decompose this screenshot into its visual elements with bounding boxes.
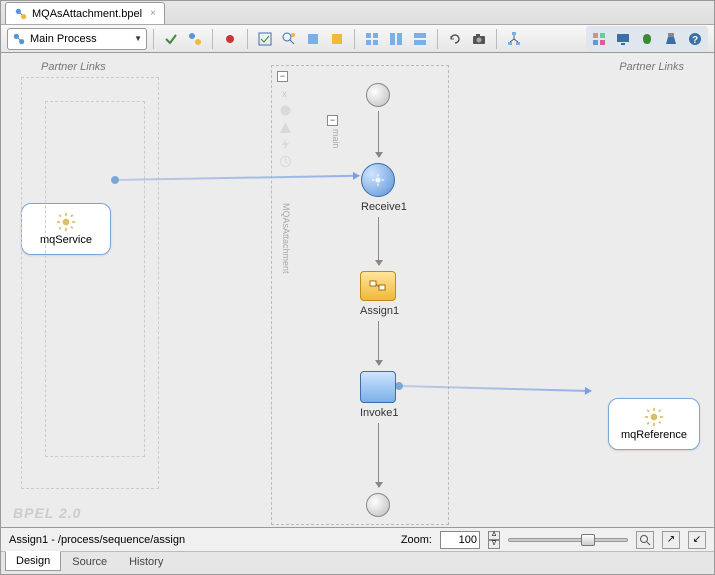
zoom-down-button[interactable]: ᐁ (488, 540, 500, 549)
toolbar: Main Process ▼ ? (1, 25, 714, 53)
separator (496, 29, 497, 49)
invoke-node[interactable]: Invoke1 (360, 371, 399, 419)
caret-down-icon: ▼ (134, 34, 142, 43)
partner-links-right-label: Partner Links (619, 61, 684, 73)
partner-links-left-label: Partner Links (41, 61, 106, 73)
file-tab[interactable]: MQAsAttachment.bpel × (5, 2, 165, 24)
zoom-slider-thumb[interactable] (581, 534, 595, 546)
close-tab-icon[interactable]: × (150, 8, 156, 19)
invoke-node-label: Invoke1 (360, 407, 399, 419)
receive-node[interactable]: Receive1 (361, 163, 407, 213)
separator (153, 29, 154, 49)
scope-dropdown[interactable]: Main Process ▼ (7, 28, 147, 50)
refresh-button[interactable] (444, 28, 466, 50)
partner-link-button[interactable] (184, 28, 206, 50)
process-icon (12, 32, 26, 46)
zoom-reset-button[interactable] (636, 531, 654, 549)
layout-button-3[interactable] (409, 28, 431, 50)
separator (437, 29, 438, 49)
file-tabbar: MQAsAttachment.bpel × (1, 1, 714, 25)
breadcrumb: Assign1 - /process/sequence/assign (9, 534, 185, 546)
monitor-view-button[interactable] (612, 28, 634, 50)
zoom-up-button[interactable]: ᐃ (488, 531, 500, 540)
statusbar: Assign1 - /process/sequence/assign Zoom:… (1, 528, 714, 552)
checklist-button[interactable] (254, 28, 276, 50)
process-sequence-inner[interactable] (45, 101, 145, 457)
flow-arrow (378, 111, 379, 157)
collapse-button[interactable]: ↙ (688, 531, 706, 549)
zoom-spinner: ᐃ ᐁ (488, 531, 500, 549)
bottom-tabs: Design Source History (1, 552, 714, 574)
bpel-version-watermark: BPEL 2.0 (13, 505, 81, 521)
bpel-file-icon (14, 7, 28, 21)
validate-button[interactable] (160, 28, 182, 50)
find-button[interactable] (278, 28, 300, 50)
scope-dropdown-label: Main Process (30, 33, 97, 45)
swimlane-label-process: MQAsAttachment (281, 203, 291, 274)
receive-node-label: Receive1 (361, 201, 407, 213)
separator (247, 29, 248, 49)
start-node[interactable] (366, 83, 390, 107)
assign-node[interactable]: Assign1 (360, 271, 399, 317)
palette-view-button[interactable] (588, 28, 610, 50)
layout-button-2[interactable] (385, 28, 407, 50)
gear-icon (371, 173, 385, 187)
layout-button-1[interactable] (361, 28, 383, 50)
flow-arrow (378, 321, 379, 365)
tool-button-1[interactable] (302, 28, 324, 50)
camera-button[interactable] (468, 28, 490, 50)
partner-link-mqreference[interactable]: mqReference (608, 398, 700, 450)
flow-arrow (378, 423, 379, 487)
tab-design[interactable]: Design (5, 551, 61, 571)
help-button[interactable]: ? (684, 28, 706, 50)
bpel-editor: MQAsAttachment.bpel × Main Process ▼ (0, 0, 715, 575)
zoom-slider[interactable] (508, 538, 628, 542)
svg-text:x: x (282, 89, 287, 100)
end-node[interactable] (366, 493, 390, 517)
collapse-toggle-mid[interactable]: − (327, 115, 338, 126)
tab-source[interactable]: Source (61, 552, 118, 572)
separator (212, 29, 213, 49)
palette-warning-icon[interactable] (279, 121, 292, 134)
gear-icon (644, 407, 664, 427)
mini-palette: x (279, 87, 293, 168)
zoom-label: Zoom: (401, 534, 432, 546)
test-view-button[interactable] (660, 28, 682, 50)
open-external-button[interactable]: ↗ (662, 531, 680, 549)
partner-link-label: mqReference (621, 429, 687, 441)
file-tab-label: MQAsAttachment.bpel (32, 8, 142, 20)
svg-text:?: ? (692, 35, 698, 46)
canvas[interactable]: Partner Links Partner Links mqService mq… (1, 53, 714, 528)
assign-node-label: Assign1 (360, 305, 399, 317)
palette-gear-icon[interactable] (279, 104, 292, 117)
tab-history[interactable]: History (118, 552, 174, 572)
palette-variable-icon[interactable]: x (279, 87, 292, 100)
tool-button-2[interactable] (326, 28, 348, 50)
collapse-toggle-outer[interactable]: − (277, 71, 288, 82)
zoom-input[interactable] (440, 531, 480, 549)
toolbar-right-group: ? (586, 26, 708, 52)
flow-arrow (378, 217, 379, 265)
debug-view-button[interactable] (636, 28, 658, 50)
assign-icon (369, 279, 387, 293)
palette-clock-icon[interactable] (279, 155, 292, 168)
separator (354, 29, 355, 49)
tree-button[interactable] (503, 28, 525, 50)
breakpoint-button[interactable] (219, 28, 241, 50)
palette-flash-icon[interactable] (279, 138, 292, 151)
swimlane-label-main: main (331, 129, 341, 149)
